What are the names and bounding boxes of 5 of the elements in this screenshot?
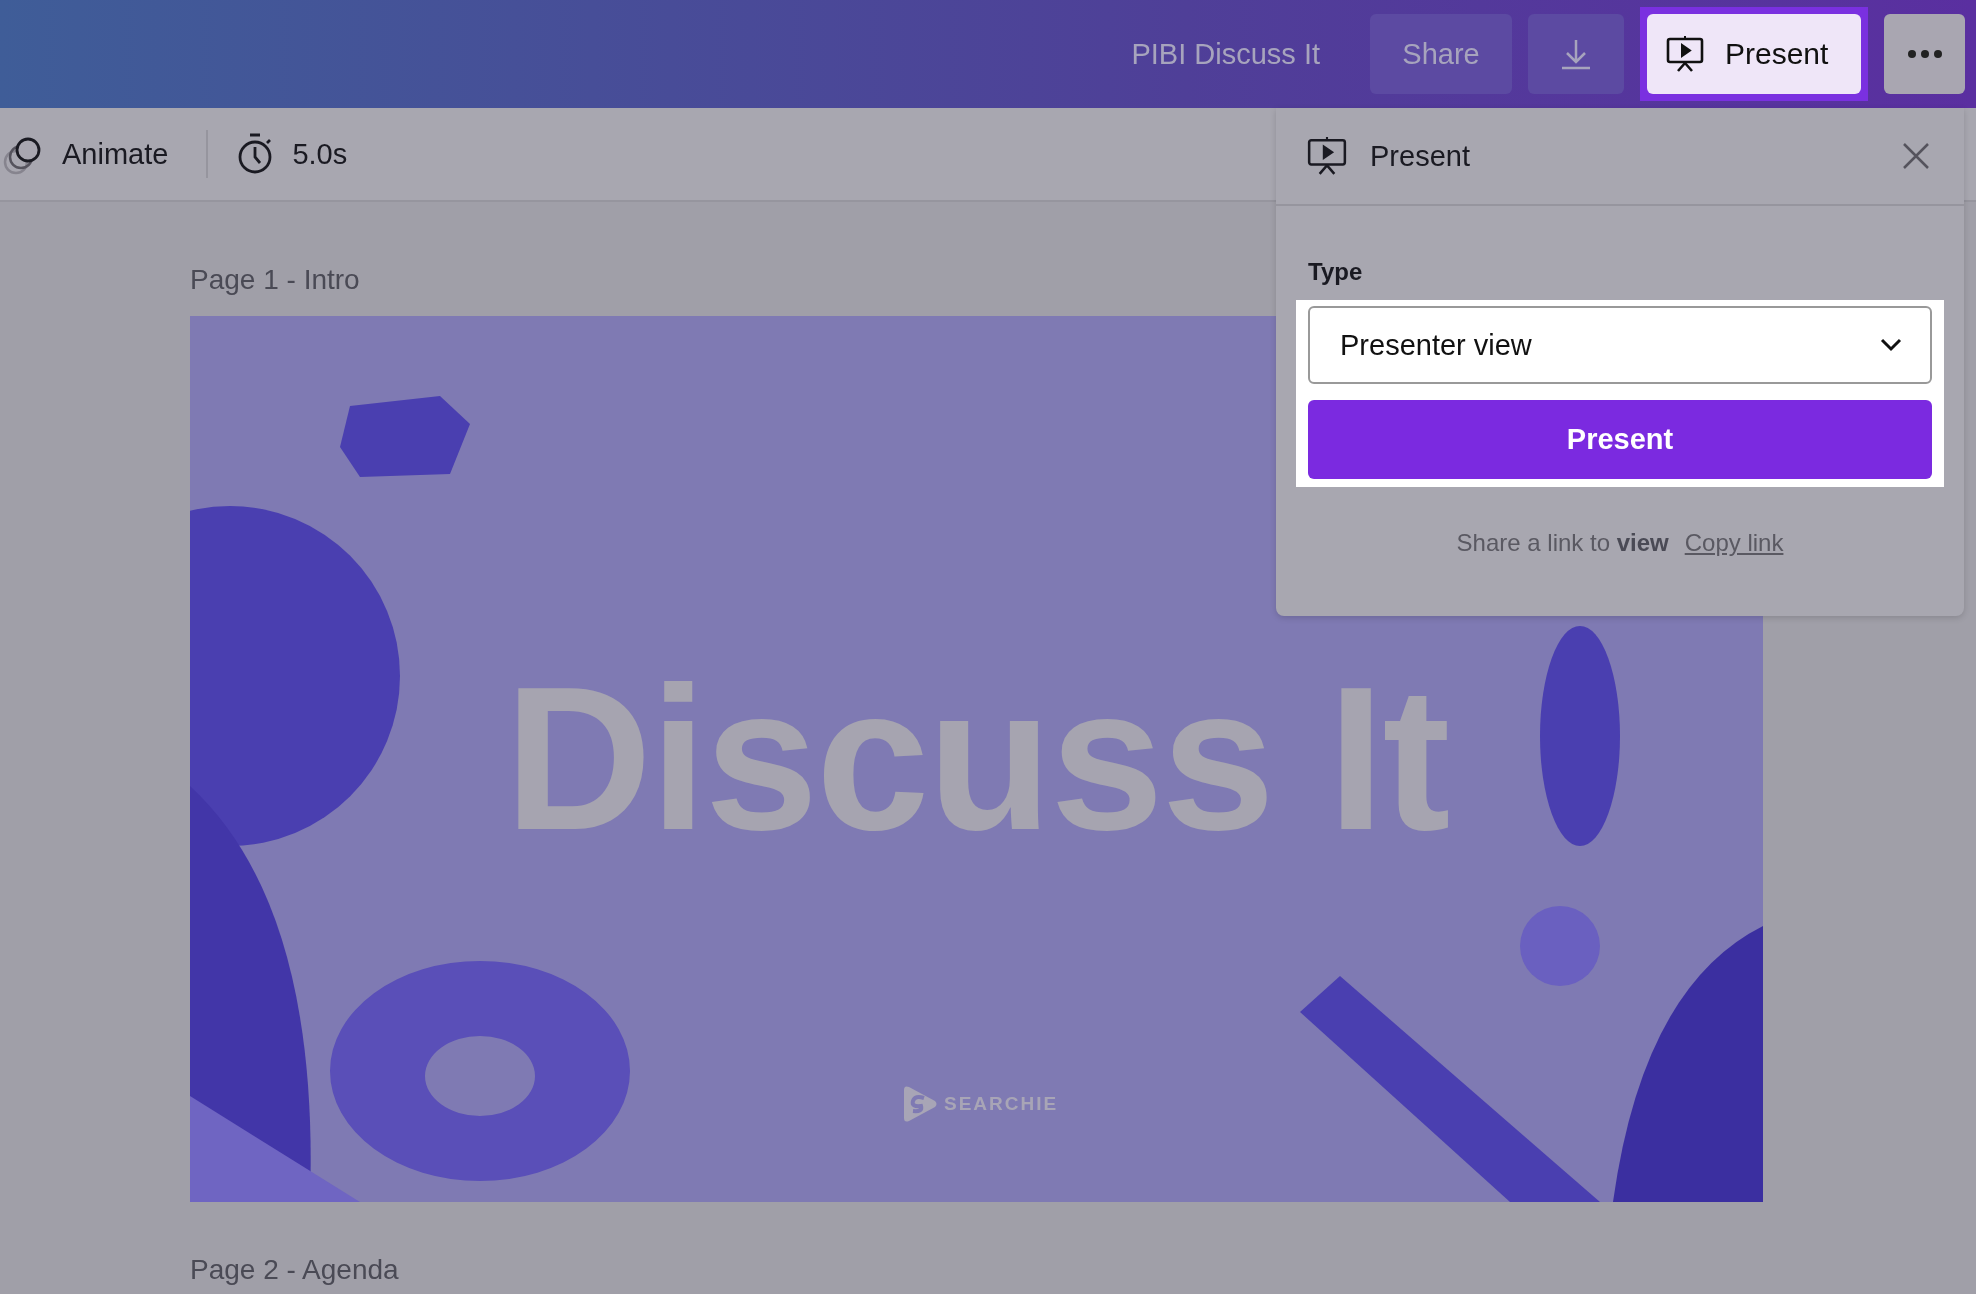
panel-title: Present (1370, 139, 1471, 173)
share-link-text: Share a link to view (1456, 529, 1669, 557)
page-label: Page 2 - Agenda (190, 1254, 399, 1287)
page-label: Page 1 - Intro (190, 264, 360, 297)
type-label: Type (1308, 258, 1364, 287)
